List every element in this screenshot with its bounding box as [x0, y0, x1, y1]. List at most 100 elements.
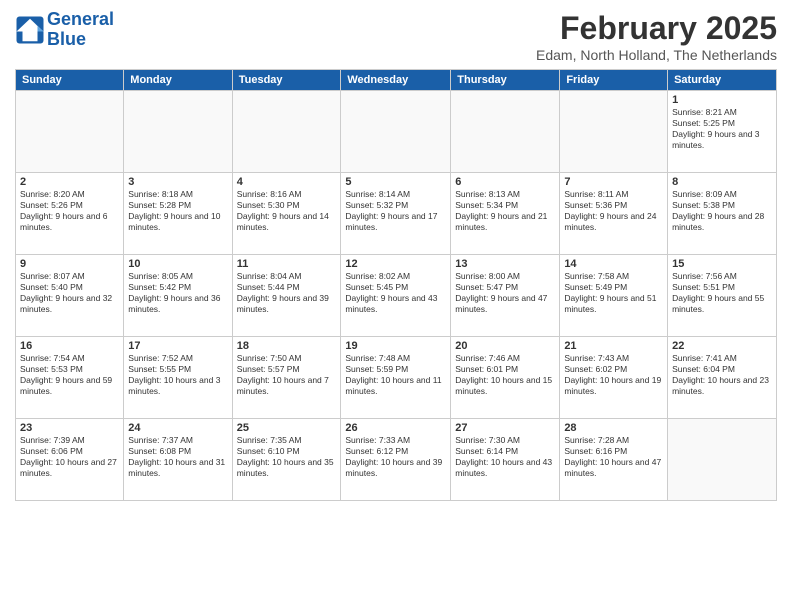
col-friday: Friday — [560, 70, 668, 91]
day-info: Sunrise: 7:58 AM Sunset: 5:49 PM Dayligh… — [564, 271, 663, 315]
day-number: 9 — [20, 258, 119, 270]
location: Edam, North Holland, The Netherlands — [536, 47, 777, 63]
calendar-cell: 21Sunrise: 7:43 AM Sunset: 6:02 PM Dayli… — [560, 337, 668, 419]
calendar-cell: 24Sunrise: 7:37 AM Sunset: 6:08 PM Dayli… — [124, 419, 232, 501]
page: General Blue February 2025 Edam, North H… — [0, 0, 792, 612]
day-number: 10 — [128, 258, 227, 270]
calendar-cell: 18Sunrise: 7:50 AM Sunset: 5:57 PM Dayli… — [232, 337, 341, 419]
day-info: Sunrise: 7:46 AM Sunset: 6:01 PM Dayligh… — [455, 353, 555, 397]
calendar-cell: 13Sunrise: 8:00 AM Sunset: 5:47 PM Dayli… — [451, 255, 560, 337]
day-info: Sunrise: 8:07 AM Sunset: 5:40 PM Dayligh… — [20, 271, 119, 315]
day-number: 1 — [672, 94, 772, 106]
day-info: Sunrise: 8:21 AM Sunset: 5:25 PM Dayligh… — [672, 107, 772, 151]
calendar-cell: 28Sunrise: 7:28 AM Sunset: 6:16 PM Dayli… — [560, 419, 668, 501]
logo-general: General — [47, 9, 114, 29]
col-thursday: Thursday — [451, 70, 560, 91]
day-number: 11 — [237, 258, 337, 270]
calendar-cell — [341, 91, 451, 173]
logo: General Blue — [15, 10, 114, 50]
calendar-week-5: 23Sunrise: 7:39 AM Sunset: 6:06 PM Dayli… — [16, 419, 777, 501]
logo-blue: Blue — [47, 29, 86, 49]
day-info: Sunrise: 8:09 AM Sunset: 5:38 PM Dayligh… — [672, 189, 772, 233]
calendar-cell: 14Sunrise: 7:58 AM Sunset: 5:49 PM Dayli… — [560, 255, 668, 337]
calendar-week-2: 2Sunrise: 8:20 AM Sunset: 5:26 PM Daylig… — [16, 173, 777, 255]
calendar-cell: 12Sunrise: 8:02 AM Sunset: 5:45 PM Dayli… — [341, 255, 451, 337]
header: General Blue February 2025 Edam, North H… — [15, 10, 777, 63]
day-info: Sunrise: 8:05 AM Sunset: 5:42 PM Dayligh… — [128, 271, 227, 315]
day-info: Sunrise: 8:18 AM Sunset: 5:28 PM Dayligh… — [128, 189, 227, 233]
day-number: 7 — [564, 176, 663, 188]
logo-icon — [15, 15, 45, 45]
calendar-cell — [560, 91, 668, 173]
day-info: Sunrise: 7:39 AM Sunset: 6:06 PM Dayligh… — [20, 435, 119, 479]
day-info: Sunrise: 7:41 AM Sunset: 6:04 PM Dayligh… — [672, 353, 772, 397]
day-number: 6 — [455, 176, 555, 188]
day-info: Sunrise: 8:14 AM Sunset: 5:32 PM Dayligh… — [345, 189, 446, 233]
day-number: 21 — [564, 340, 663, 352]
day-info: Sunrise: 7:50 AM Sunset: 5:57 PM Dayligh… — [237, 353, 337, 397]
col-wednesday: Wednesday — [341, 70, 451, 91]
day-number: 4 — [237, 176, 337, 188]
day-info: Sunrise: 8:13 AM Sunset: 5:34 PM Dayligh… — [455, 189, 555, 233]
day-number: 13 — [455, 258, 555, 270]
day-number: 14 — [564, 258, 663, 270]
calendar-cell: 11Sunrise: 8:04 AM Sunset: 5:44 PM Dayli… — [232, 255, 341, 337]
day-info: Sunrise: 7:33 AM Sunset: 6:12 PM Dayligh… — [345, 435, 446, 479]
day-number: 17 — [128, 340, 227, 352]
calendar-cell: 26Sunrise: 7:33 AM Sunset: 6:12 PM Dayli… — [341, 419, 451, 501]
day-info: Sunrise: 7:28 AM Sunset: 6:16 PM Dayligh… — [564, 435, 663, 479]
day-info: Sunrise: 7:35 AM Sunset: 6:10 PM Dayligh… — [237, 435, 337, 479]
calendar-cell: 4Sunrise: 8:16 AM Sunset: 5:30 PM Daylig… — [232, 173, 341, 255]
calendar-cell: 19Sunrise: 7:48 AM Sunset: 5:59 PM Dayli… — [341, 337, 451, 419]
calendar-cell: 8Sunrise: 8:09 AM Sunset: 5:38 PM Daylig… — [668, 173, 777, 255]
calendar-header-row: Sunday Monday Tuesday Wednesday Thursday… — [16, 70, 777, 91]
day-number: 20 — [455, 340, 555, 352]
day-info: Sunrise: 8:20 AM Sunset: 5:26 PM Dayligh… — [20, 189, 119, 233]
day-number: 24 — [128, 422, 227, 434]
day-number: 23 — [20, 422, 119, 434]
calendar-cell: 6Sunrise: 8:13 AM Sunset: 5:34 PM Daylig… — [451, 173, 560, 255]
calendar-cell: 3Sunrise: 8:18 AM Sunset: 5:28 PM Daylig… — [124, 173, 232, 255]
calendar-cell: 22Sunrise: 7:41 AM Sunset: 6:04 PM Dayli… — [668, 337, 777, 419]
day-number: 27 — [455, 422, 555, 434]
day-number: 18 — [237, 340, 337, 352]
calendar-cell — [668, 419, 777, 501]
calendar-cell: 20Sunrise: 7:46 AM Sunset: 6:01 PM Dayli… — [451, 337, 560, 419]
day-number: 19 — [345, 340, 446, 352]
calendar-cell — [451, 91, 560, 173]
day-number: 16 — [20, 340, 119, 352]
calendar-cell: 1Sunrise: 8:21 AM Sunset: 5:25 PM Daylig… — [668, 91, 777, 173]
calendar-week-1: 1Sunrise: 8:21 AM Sunset: 5:25 PM Daylig… — [16, 91, 777, 173]
day-info: Sunrise: 8:16 AM Sunset: 5:30 PM Dayligh… — [237, 189, 337, 233]
calendar-cell: 9Sunrise: 8:07 AM Sunset: 5:40 PM Daylig… — [16, 255, 124, 337]
month-title: February 2025 — [536, 10, 777, 47]
day-info: Sunrise: 8:02 AM Sunset: 5:45 PM Dayligh… — [345, 271, 446, 315]
day-number: 25 — [237, 422, 337, 434]
day-number: 22 — [672, 340, 772, 352]
day-info: Sunrise: 7:52 AM Sunset: 5:55 PM Dayligh… — [128, 353, 227, 397]
calendar-cell: 7Sunrise: 8:11 AM Sunset: 5:36 PM Daylig… — [560, 173, 668, 255]
day-info: Sunrise: 8:04 AM Sunset: 5:44 PM Dayligh… — [237, 271, 337, 315]
day-info: Sunrise: 7:56 AM Sunset: 5:51 PM Dayligh… — [672, 271, 772, 315]
calendar-cell — [232, 91, 341, 173]
day-number: 2 — [20, 176, 119, 188]
title-block: February 2025 Edam, North Holland, The N… — [536, 10, 777, 63]
calendar-cell: 2Sunrise: 8:20 AM Sunset: 5:26 PM Daylig… — [16, 173, 124, 255]
calendar-week-4: 16Sunrise: 7:54 AM Sunset: 5:53 PM Dayli… — [16, 337, 777, 419]
day-number: 15 — [672, 258, 772, 270]
day-info: Sunrise: 8:00 AM Sunset: 5:47 PM Dayligh… — [455, 271, 555, 315]
day-number: 12 — [345, 258, 446, 270]
calendar: Sunday Monday Tuesday Wednesday Thursday… — [15, 69, 777, 501]
day-number: 3 — [128, 176, 227, 188]
day-number: 8 — [672, 176, 772, 188]
day-number: 26 — [345, 422, 446, 434]
calendar-cell: 23Sunrise: 7:39 AM Sunset: 6:06 PM Dayli… — [16, 419, 124, 501]
col-monday: Monday — [124, 70, 232, 91]
calendar-cell: 27Sunrise: 7:30 AM Sunset: 6:14 PM Dayli… — [451, 419, 560, 501]
day-info: Sunrise: 7:37 AM Sunset: 6:08 PM Dayligh… — [128, 435, 227, 479]
calendar-cell — [124, 91, 232, 173]
calendar-cell: 5Sunrise: 8:14 AM Sunset: 5:32 PM Daylig… — [341, 173, 451, 255]
calendar-cell: 10Sunrise: 8:05 AM Sunset: 5:42 PM Dayli… — [124, 255, 232, 337]
day-info: Sunrise: 8:11 AM Sunset: 5:36 PM Dayligh… — [564, 189, 663, 233]
logo-text: General Blue — [47, 10, 114, 50]
